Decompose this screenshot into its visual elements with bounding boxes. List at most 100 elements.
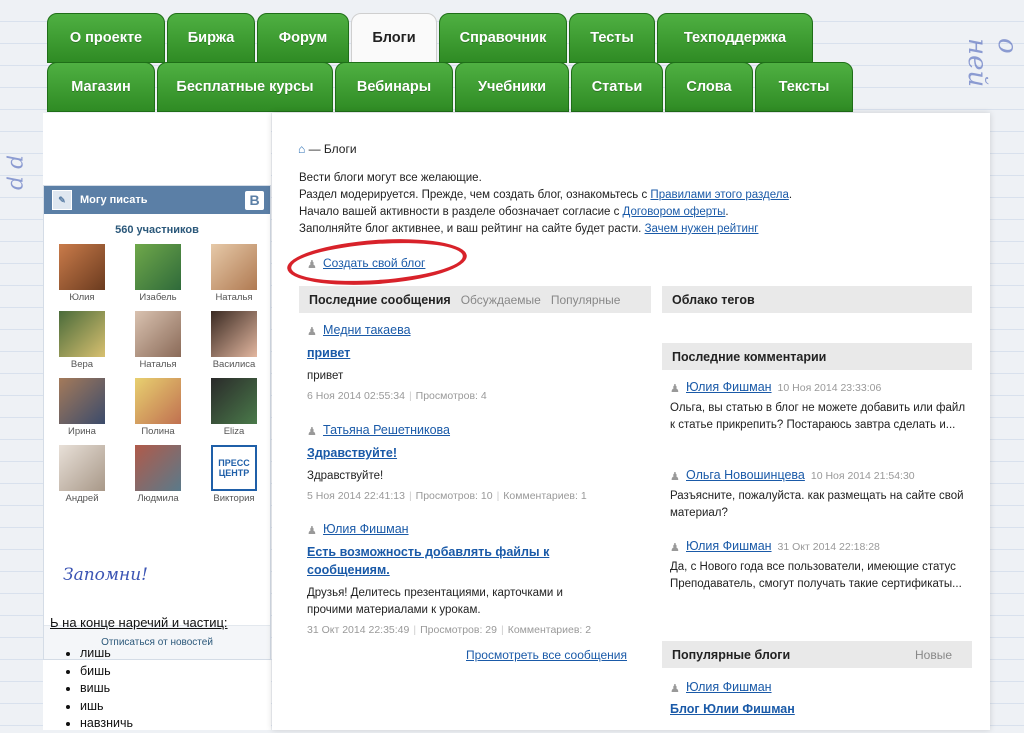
member-photo[interactable]	[59, 244, 105, 290]
press-center-logo[interactable]: ПРЕСС ЦЕНТР	[211, 445, 257, 491]
comment-date: 10 Ноя 2014 23:33:06	[777, 382, 882, 394]
tab-reference[interactable]: Справочник	[439, 13, 567, 63]
post-body: Друзья! Делитесь презентациями, карточка…	[307, 587, 563, 616]
post-title-link[interactable]: Здравствуйте!	[307, 444, 647, 462]
tab-exchange[interactable]: Биржа	[167, 13, 255, 63]
member-photo[interactable]	[135, 445, 181, 491]
vk-logo-icon[interactable]: B	[245, 190, 264, 210]
post-comments-count[interactable]: Комментариев: 2	[508, 624, 591, 636]
comment-author-link[interactable]: Юлия Фишман	[686, 380, 772, 394]
tab-new-blogs[interactable]: Новые	[915, 648, 952, 662]
vk-widget-header[interactable]: ✎ Могу писать B	[44, 186, 270, 214]
tab-tests[interactable]: Тесты	[569, 13, 655, 63]
user-icon: ♟	[307, 525, 317, 537]
post-author-link[interactable]: Юлия Фишман	[323, 522, 409, 536]
post-item: ♟ Татьяна Решетникова Здравствуйте! Здрав…	[307, 423, 647, 502]
member-photo[interactable]	[135, 244, 181, 290]
member-card[interactable]: Ирина	[44, 378, 120, 437]
tab-words[interactable]: Слова	[665, 62, 753, 112]
comment-text[interactable]: Разъясните, пожалуйста. как размещать на…	[670, 488, 970, 522]
rules-link[interactable]: Правилами этого раздела	[650, 189, 788, 201]
member-photo[interactable]	[59, 378, 105, 424]
tab-texts[interactable]: Тексты	[755, 62, 853, 112]
member-photo[interactable]	[211, 378, 257, 424]
member-photo[interactable]	[211, 244, 257, 290]
tab-about[interactable]: О проекте	[47, 13, 165, 63]
nav-row-1: О проекте Биржа Форум Блоги Справочник Т…	[47, 13, 857, 63]
user-icon: ♟	[670, 471, 680, 483]
create-blog-link[interactable]: Создать свой блог	[323, 256, 425, 270]
member-card[interactable]: ПРЕСС ЦЕНТР Виктория	[196, 445, 272, 504]
list-item: лишь	[80, 645, 133, 663]
comment-head: ♟ Юлия Фишман 31 Окт 2014 22:18:28	[670, 539, 970, 554]
member-name: Ирина	[68, 426, 96, 437]
comment-text[interactable]: Ольга, вы статью в блог не можете добави…	[670, 400, 970, 434]
community-avatar: ✎	[52, 190, 72, 210]
list-item: бишь	[80, 663, 133, 681]
tab-textbooks[interactable]: Учебники	[455, 62, 569, 112]
intro-line: Раздел модерируется. Прежде, чем создать…	[299, 187, 792, 204]
breadcrumb-current: — Блоги	[308, 142, 357, 156]
tab-popular[interactable]: Популярные	[551, 293, 621, 307]
background-scribble: о ней	[962, 38, 1022, 88]
member-card[interactable]: Андрей	[44, 445, 120, 504]
post-title-link[interactable]: привет	[307, 344, 647, 362]
tab-discussed[interactable]: Обсуждаемые	[461, 293, 541, 307]
post-author-link[interactable]: Татьяна Решетникова	[323, 423, 450, 437]
member-card[interactable]: Наталья	[120, 311, 196, 370]
tab-latest-messages[interactable]: Последние сообщения	[299, 293, 451, 307]
member-card[interactable]: Полина	[120, 378, 196, 437]
tab-shop[interactable]: Магазин	[47, 62, 155, 112]
comment-author-link[interactable]: Юлия Фишман	[686, 539, 772, 553]
post-author-link[interactable]: Медни такаева	[323, 323, 411, 337]
home-icon[interactable]: ⌂	[298, 142, 305, 156]
offer-agreement-link[interactable]: Договором оферты	[623, 206, 726, 218]
left-column: ✎ Могу писать B 560 участников Юлия Изаб…	[43, 113, 271, 730]
list-item: вишь	[80, 680, 133, 698]
post-views: Просмотров: 29	[420, 624, 497, 636]
list-item: ишь	[80, 698, 133, 716]
tab-webinars[interactable]: Вебинары	[335, 62, 453, 112]
member-name: Вера	[70, 359, 94, 370]
member-card[interactable]: Вера	[44, 311, 120, 370]
member-photo[interactable]	[135, 311, 181, 357]
comment-item: ♟ Юлия Фишман 10 Ноя 2014 23:33:06 Ольга, …	[670, 380, 970, 434]
popular-blog-author-link[interactable]: Юлия Фишман	[686, 680, 772, 694]
main-navigation: О проекте Биржа Форум Блоги Справочник Т…	[47, 13, 857, 112]
blog-intro-text: Вести блоги могут все желающие. Раздел м…	[299, 170, 792, 238]
comment-author-link[interactable]: Ольга Новошинцева	[686, 468, 805, 482]
tab-support[interactable]: Техподдержка	[657, 13, 813, 63]
members-count[interactable]: 560 участников	[44, 224, 270, 236]
create-blog-row: ♟ Создать свой блог	[307, 256, 425, 271]
post-meta: 6 Ноя 2014 02:55:34 | Просмотров: 4	[307, 390, 487, 402]
member-card[interactable]: Изабель	[120, 244, 196, 303]
view-all-messages-link[interactable]: Просмотреть все сообщения	[466, 648, 627, 662]
post-meta: 5 Ноя 2014 22:41:13 | Просмотров: 10 | Комме…	[307, 490, 587, 502]
tab-popular-blogs[interactable]: Популярные блоги	[662, 648, 790, 662]
member-card[interactable]: Юлия	[44, 244, 120, 303]
member-card[interactable]: Наталья	[196, 244, 272, 303]
member-photo[interactable]	[135, 378, 181, 424]
user-icon: ♟	[670, 542, 680, 554]
user-icon: ♟	[670, 383, 680, 395]
post-author: ♟ Татьяна Решетникова	[307, 423, 647, 438]
member-card[interactable]: Людмила	[120, 445, 196, 504]
tab-articles[interactable]: Статьи	[571, 62, 663, 112]
tab-free-courses[interactable]: Бесплатные курсы	[157, 62, 333, 112]
tab-forum[interactable]: Форум	[257, 13, 349, 63]
member-photo[interactable]	[211, 311, 257, 357]
intro-text: .	[725, 206, 729, 218]
popular-blog-link[interactable]: Блог Юлии Фишман	[670, 702, 795, 716]
rating-info-link[interactable]: Зачем нужен рейтинг	[645, 223, 759, 235]
member-photo[interactable]	[59, 311, 105, 357]
breadcrumb: ⌂ — Блоги	[298, 142, 357, 156]
tab-blogs[interactable]: Блоги	[351, 13, 437, 63]
comment-text[interactable]: Да, с Нового года все пользователи, имею…	[670, 559, 970, 593]
member-card[interactable]: Eliza	[196, 378, 272, 437]
post-date: 31 Окт 2014 22:35:49	[307, 624, 410, 636]
member-card[interactable]: Василиса	[196, 311, 272, 370]
post-comments-count[interactable]: Комментариев: 1	[503, 490, 586, 502]
post-item: ♟ Юлия Фишман Есть возможность добавлять …	[307, 522, 607, 636]
post-title-link[interactable]: Есть возможность добавлять файлы к сообщ…	[307, 543, 607, 579]
member-photo[interactable]	[59, 445, 105, 491]
